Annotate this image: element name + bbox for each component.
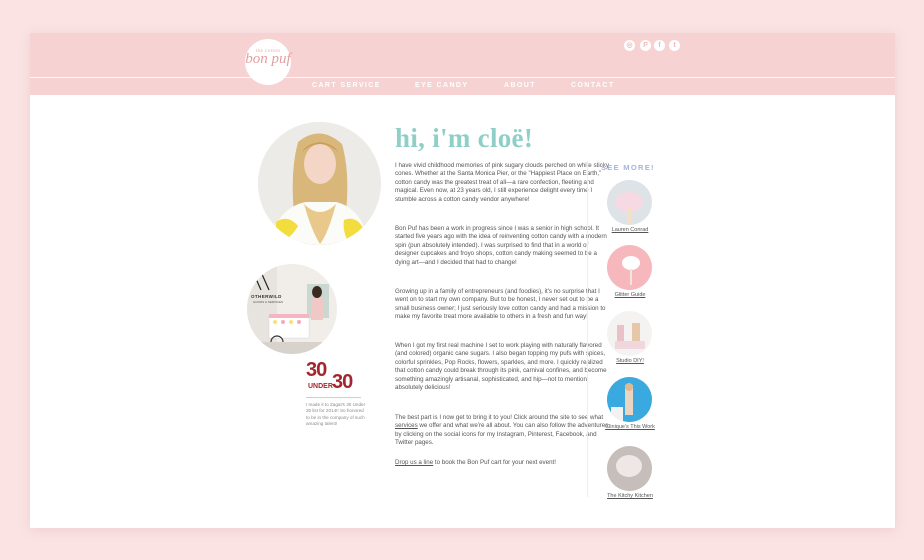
bio-paragraph-2: Bon Puf has been a work in progress sinc…: [395, 225, 607, 266]
instagram-icon[interactable]: ◎: [624, 40, 635, 51]
bio-paragraph-6: Drop us a line to book the Bon Puf cart …: [395, 459, 611, 467]
bio-paragraph-5: The best part is I now get to bring it t…: [395, 414, 611, 448]
award-caption: I made it to Zagat's 30 Under 30 list fo…: [306, 402, 366, 427]
thumb-label-studio-diy[interactable]: Studio DIY!: [595, 358, 665, 364]
thumb-label-the-kitchy-kitchen[interactable]: The Kitchy Kitchen: [595, 493, 665, 499]
page-title: hi, i'm cloë!: [395, 123, 534, 153]
header-divider: [30, 77, 895, 78]
bio-paragraph-4: When I got my first real machine I set t…: [395, 342, 607, 392]
thumb-lauren-conrad[interactable]: [607, 180, 652, 225]
thumb-studio-diy[interactable]: [607, 311, 652, 356]
nav-contact[interactable]: CONTACT: [571, 82, 615, 89]
see-more-heading: SEE MORE!: [601, 163, 655, 172]
thumb-the-kitchy-kitchen[interactable]: [607, 446, 652, 491]
para6-text-after: to book the Bon Puf cart for your next e…: [433, 459, 556, 466]
thumb-label-cliniques-this-work[interactable]: Clinique's This Work: [595, 424, 665, 430]
award-divider: [306, 397, 361, 398]
facebook-icon[interactable]: f: [654, 40, 665, 51]
thumb-label-glitter-guide[interactable]: Glitter Guide: [595, 292, 665, 298]
nav-eye-candy[interactable]: EYE CANDY: [415, 82, 468, 89]
thumb-glitter-guide[interactable]: [607, 245, 652, 290]
cart-sign-name: OTHERWILD: [251, 294, 282, 299]
award-under-label: UNDER: [308, 383, 333, 390]
bio-paragraph-3: Growing up in a family of entrepreneurs …: [395, 288, 606, 321]
cart-sign-sub: GOODS & SERVICES: [253, 300, 283, 304]
bio-paragraph-1: I have vivid childhood memories of pink …: [395, 162, 609, 203]
award-number-top: 30: [306, 359, 327, 381]
award-number-bottom: 30: [332, 371, 353, 393]
thumb-cliniques-this-work[interactable]: [607, 377, 652, 422]
twitter-icon[interactable]: t: [669, 40, 680, 51]
para5-text-after: we offer and what we're all about. You c…: [395, 422, 609, 447]
nav-about[interactable]: ABOUT: [504, 82, 536, 89]
cart-photo: OTHERWILD GOODS & SERVICES: [247, 264, 337, 354]
cloe-portrait-photo: [258, 122, 381, 245]
para5-text-before: The best part is I now get to bring it t…: [395, 414, 604, 421]
services-link[interactable]: services: [395, 422, 418, 429]
sidebar-divider: [587, 161, 588, 497]
nav-cart-service[interactable]: CART SERVICE: [312, 82, 381, 89]
logo-wordmark: bon puf: [245, 51, 291, 67]
drop-us-a-line-link[interactable]: Drop us a line: [395, 459, 433, 466]
page-card: the cotton bon puf ◎ P f t CART SERVICE …: [30, 33, 895, 528]
site-header: the cotton bon puf ◎ P f t CART SERVICE …: [30, 33, 895, 95]
pinterest-icon[interactable]: P: [640, 40, 651, 51]
thumb-label-lauren-conrad[interactable]: Lauren Conrad: [595, 227, 665, 233]
bon-puf-logo[interactable]: the cotton bon puf: [245, 39, 291, 85]
